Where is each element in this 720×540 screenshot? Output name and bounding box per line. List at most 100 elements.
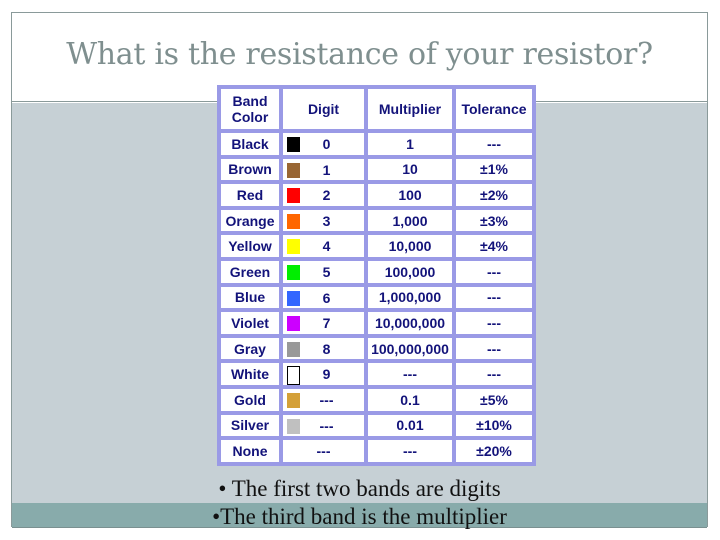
color-swatch-icon xyxy=(287,162,300,178)
header-band-color: Band Color xyxy=(219,87,281,131)
color-swatch-icon xyxy=(287,290,300,306)
table-row: Red 2 100 ±2% xyxy=(219,182,534,208)
table-row: Silver --- 0.01 ±10% xyxy=(219,412,534,439)
multiplier-value: 100,000 xyxy=(366,258,454,285)
digit-cell: 2 xyxy=(281,182,366,208)
band-color-name: Gray xyxy=(219,335,281,362)
table-header-row: Band Color Digit Multiplier Tolerance xyxy=(219,87,534,131)
table-row: Green 5 100,000 --- xyxy=(219,258,534,285)
color-swatch-icon xyxy=(287,137,300,152)
band-color-name: White xyxy=(219,361,281,387)
tolerance-value: ±4% xyxy=(454,233,534,259)
color-swatch-icon xyxy=(287,366,300,386)
digit-value: 8 xyxy=(322,340,331,357)
band-color-name: Green xyxy=(219,258,281,285)
digit-value: 0 xyxy=(322,136,331,152)
band-color-name: Black xyxy=(219,131,281,157)
digit-cell: 6 xyxy=(281,284,366,311)
header-tolerance: Tolerance xyxy=(454,87,534,131)
table-row: Orange 3 1,000 ±3% xyxy=(219,207,534,234)
digit-cell: --- xyxy=(281,412,366,439)
tolerance-value: --- xyxy=(454,131,534,157)
digit-value: --- xyxy=(319,391,334,408)
color-swatch-icon xyxy=(287,239,300,255)
digit-cell: 3 xyxy=(281,207,366,234)
color-swatch-icon xyxy=(287,316,300,332)
bullet-third-band: •The third band is the multiplier xyxy=(212,504,507,529)
digit-cell: 5 xyxy=(281,258,366,285)
multiplier-value: 1,000,000 xyxy=(366,284,454,311)
header-multiplier: Multiplier xyxy=(366,87,454,131)
table-row: Violet 7 10,000,000 --- xyxy=(219,310,534,336)
multiplier-value: --- xyxy=(366,438,454,464)
table-row: Gray 8 100,000,000 --- xyxy=(219,335,534,362)
digit-value: --- xyxy=(319,417,334,434)
table-row: Black 0 1 --- xyxy=(219,131,534,157)
multiplier-value: --- xyxy=(366,361,454,387)
digit-cell: 8 xyxy=(281,335,366,362)
digit-value: --- xyxy=(316,443,331,460)
color-swatch-icon xyxy=(287,264,300,280)
digit-cell: 7 xyxy=(281,310,366,336)
table-row: None --- --- ±20% xyxy=(219,438,534,464)
tolerance-value: --- xyxy=(454,258,534,285)
digit-cell: 1 xyxy=(281,156,366,183)
band-color-name: Blue xyxy=(219,284,281,311)
band-color-name: Yellow xyxy=(219,233,281,259)
color-swatch-icon xyxy=(287,188,300,204)
tolerance-value: ±5% xyxy=(454,386,534,413)
multiplier-value: 1 xyxy=(366,131,454,157)
digit-value: 9 xyxy=(322,366,331,383)
tolerance-value: ±10% xyxy=(454,412,534,439)
bullet-first-two-bands: • The first two bands are digits xyxy=(218,476,501,501)
band-color-name: Violet xyxy=(219,310,281,336)
tolerance-value: --- xyxy=(454,284,534,311)
band-color-name: Orange xyxy=(219,207,281,234)
tolerance-value: ±3% xyxy=(454,207,534,234)
digit-value: 6 xyxy=(322,289,331,306)
color-swatch-icon xyxy=(287,392,300,408)
band-color-name: Gold xyxy=(219,386,281,413)
multiplier-value: 0.01 xyxy=(366,412,454,439)
multiplier-value: 10 xyxy=(366,156,454,183)
digit-value: 2 xyxy=(322,187,331,204)
color-swatch-icon xyxy=(287,213,300,229)
digit-value: 3 xyxy=(322,212,331,229)
tolerance-value: ±20% xyxy=(454,438,534,464)
tolerance-value: --- xyxy=(454,310,534,336)
digit-cell: --- xyxy=(281,438,366,464)
multiplier-value: 0.1 xyxy=(366,386,454,413)
band-color-name: Brown xyxy=(219,156,281,183)
digit-value: 1 xyxy=(322,161,331,178)
multiplier-value: 1,000 xyxy=(366,207,454,234)
resistor-color-code-table: Band Color Digit Multiplier Tolerance Bl… xyxy=(217,85,536,466)
header-digit: Digit xyxy=(281,87,366,131)
tolerance-value: ±1% xyxy=(454,156,534,183)
header-band-color-line1: Band xyxy=(232,93,268,109)
digit-value: 4 xyxy=(322,238,331,255)
band-color-name: Red xyxy=(219,182,281,208)
tolerance-value: --- xyxy=(454,335,534,362)
digit-value: 7 xyxy=(322,315,331,332)
band-color-name: Silver xyxy=(219,412,281,439)
digit-cell: 4 xyxy=(281,233,366,259)
digit-cell: --- xyxy=(281,386,366,413)
slide-title: What is the resistance of your resistor? xyxy=(66,37,653,72)
multiplier-value: 100,000,000 xyxy=(366,335,454,362)
band-color-name: None xyxy=(219,438,281,464)
multiplier-value: 10,000,000 xyxy=(366,310,454,336)
color-swatch-icon xyxy=(287,418,300,434)
tolerance-value: ±2% xyxy=(454,182,534,208)
digit-value: 5 xyxy=(322,263,331,280)
color-swatch-icon xyxy=(287,341,300,357)
header-band-color-line2: Color xyxy=(231,109,269,125)
table-row: Brown 1 10 ±1% xyxy=(219,156,534,183)
multiplier-value: 10,000 xyxy=(366,233,454,259)
table-row: Yellow 4 10,000 ±4% xyxy=(219,233,534,259)
tolerance-value: --- xyxy=(454,361,534,387)
table-row: Blue 6 1,000,000 --- xyxy=(219,284,534,311)
table-row: White 9 --- --- xyxy=(219,361,534,387)
multiplier-value: 100 xyxy=(366,182,454,208)
digit-cell: 0 xyxy=(281,131,366,157)
table-row: Gold --- 0.1 ±5% xyxy=(219,386,534,413)
